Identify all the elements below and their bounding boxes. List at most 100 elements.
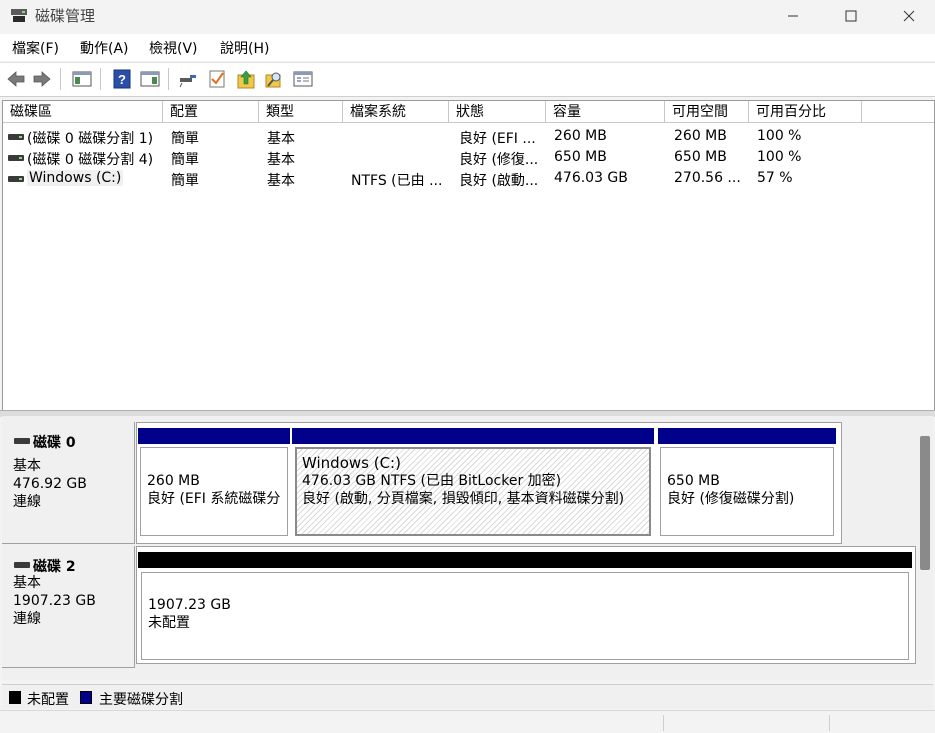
close-button[interactable] — [880, 0, 935, 32]
show-hide-console-tree-icon[interactable] — [72, 69, 92, 89]
toolbar: ? — [0, 62, 935, 97]
column-header-type[interactable]: 類型 — [259, 101, 343, 123]
partition-status: 良好 (啟動, 分頁檔案, 損毀傾印, 基本資料磁碟分割) — [302, 491, 625, 507]
legend-label-unallocated: 未配置 — [27, 692, 69, 708]
check-icon[interactable] — [207, 69, 227, 89]
partition-size: 260 MB — [147, 473, 200, 489]
up-arrow-icon[interactable] — [236, 69, 256, 89]
menu-view[interactable]: 檢視(V) — [149, 38, 198, 58]
action-pane-icon[interactable] — [140, 69, 160, 89]
legend-label-primary: 主要磁碟分割 — [99, 692, 183, 708]
disk-state: 連線 — [13, 611, 41, 627]
disk-size: 1907.23 GB — [13, 593, 96, 609]
partition-size: 650 MB — [667, 473, 720, 489]
scrollbar-thumb[interactable] — [920, 436, 930, 570]
menu-help[interactable]: 說明(H) — [220, 38, 269, 58]
column-header-status[interactable]: 狀態 — [449, 101, 546, 123]
status-divider — [663, 715, 664, 731]
volume-name: Windows (C:) — [27, 170, 124, 186]
volume-type: 基本 — [267, 131, 295, 147]
volume-percent-free: 57 % — [757, 170, 793, 186]
disk-map: 磁碟 0 基本 476.92 GB 連線 260 MB 良好 (EFI 系統磁碟… — [2, 416, 933, 680]
help-icon[interactable]: ? — [112, 69, 132, 89]
volume-free-space: 650 MB — [674, 149, 727, 165]
search-icon[interactable] — [264, 69, 284, 89]
disk-icon — [14, 438, 30, 444]
partition-title: Windows (C:) — [302, 454, 401, 472]
table-row[interactable]: (磁碟 0 磁碟分割 4) 簡單 基本 良好 (修復... 650 MB 650… — [3, 147, 934, 168]
volume-layout: 簡單 — [171, 173, 199, 189]
disk-name: 磁碟 2 — [33, 559, 76, 575]
volume-capacity: 476.03 GB — [554, 170, 628, 186]
disk-title: 磁碟 0 — [14, 432, 76, 452]
status-bar — [0, 710, 935, 733]
volume-status: 良好 (修復... — [459, 152, 539, 168]
volume-name: (磁碟 0 磁碟分割 1) — [27, 131, 154, 147]
column-header-file-system[interactable]: 檔案系統 — [343, 101, 449, 123]
volume-type: 基本 — [267, 152, 295, 168]
column-header-free-space[interactable]: 可用空間 — [665, 101, 749, 123]
legend-swatch-unallocated — [9, 691, 21, 704]
partition-bar — [292, 428, 654, 444]
disk-state: 連線 — [13, 494, 41, 510]
maximize-button[interactable] — [822, 0, 880, 32]
volume-layout: 簡單 — [171, 131, 199, 147]
disk-kind: 基本 — [13, 458, 41, 474]
volume-list[interactable]: 磁碟區 配置 類型 檔案系統 狀態 容量 可用空間 可用百分比 (磁碟 0 磁碟… — [2, 100, 935, 411]
volume-free-space: 260 MB — [674, 128, 727, 144]
window-title: 磁碟管理 — [35, 7, 96, 25]
partition-windows-c[interactable]: Windows (C:) 476.03 GB NTFS (已由 BitLocke… — [292, 428, 654, 540]
partition-bar — [138, 552, 912, 568]
status-divider — [829, 715, 830, 731]
maximize-icon — [845, 10, 857, 22]
partition-unallocated[interactable]: 1907.23 GB 未配置 — [138, 552, 912, 662]
disk-title: 磁碟 2 — [14, 556, 76, 576]
minimize-button[interactable] — [764, 0, 822, 32]
volume-percent-free: 100 % — [757, 149, 802, 165]
column-header-percent-free[interactable]: 可用百分比 — [749, 101, 862, 123]
table-row[interactable]: Windows (C:) 簡單 基本 NTFS (已由 ... 良好 (啟動..… — [3, 168, 934, 189]
volume-capacity: 650 MB — [554, 149, 607, 165]
disk-management-app-icon — [11, 9, 27, 22]
disk-icon — [14, 562, 30, 568]
close-icon — [903, 10, 915, 22]
volume-icon — [8, 176, 24, 182]
volume-icon — [8, 134, 24, 140]
partition-size: 1907.23 GB — [148, 597, 231, 613]
column-header-volume[interactable]: 磁碟區 — [3, 101, 163, 123]
column-header-layout[interactable]: 配置 — [163, 101, 259, 123]
volume-percent-free: 100 % — [757, 128, 802, 144]
volume-file-system: NTFS (已由 ... — [351, 173, 443, 189]
column-header-filler — [862, 101, 934, 123]
minimize-icon — [788, 15, 798, 17]
properties-icon[interactable] — [293, 69, 313, 89]
column-header-capacity[interactable]: 容量 — [546, 101, 665, 123]
connect-icon[interactable] — [178, 69, 198, 89]
table-row[interactable]: (磁碟 0 磁碟分割 1) 簡單 基本 良好 (EFI ... 260 MB 2… — [3, 126, 934, 147]
partition-size: 476.03 GB NTFS (已由 BitLocker 加密) — [302, 473, 562, 489]
partition-recovery[interactable]: 650 MB 良好 (修復磁碟分割) — [658, 428, 836, 540]
disk-2-label[interactable]: 磁碟 2 基本 1907.23 GB 連線 — [2, 546, 135, 668]
volume-status: 良好 (啟動... — [459, 173, 539, 189]
back-arrow-icon[interactable] — [6, 69, 26, 89]
partition-bar — [138, 428, 290, 444]
disk-0-label[interactable]: 磁碟 0 基本 476.92 GB 連線 — [2, 422, 135, 544]
menu-file[interactable]: 檔案(F) — [12, 38, 59, 58]
volume-name: (磁碟 0 磁碟分割 4) — [27, 152, 154, 168]
partition-efi[interactable]: 260 MB 良好 (EFI 系統磁碟分 — [138, 428, 290, 540]
volume-free-space: 270.56 ... — [674, 170, 741, 186]
disk-kind: 基本 — [13, 575, 41, 591]
partition-body — [141, 572, 909, 660]
partition-status: 未配置 — [148, 615, 190, 631]
forward-arrow-icon[interactable] — [32, 69, 52, 89]
svg-text:?: ? — [118, 72, 126, 87]
volume-layout: 簡單 — [171, 152, 199, 168]
partition-status: 良好 (修復磁碟分割) — [667, 491, 795, 507]
partition-status: 良好 (EFI 系統磁碟分 — [147, 491, 281, 507]
menu-action[interactable]: 動作(A) — [80, 38, 129, 58]
menu-bar: 檔案(F) 動作(A) 檢視(V) 說明(H) — [0, 34, 935, 61]
partition-bar — [658, 428, 836, 444]
disk-size: 476.92 GB — [13, 476, 87, 492]
toolbar-separator — [100, 68, 101, 90]
title-bar: 磁碟管理 — [0, 0, 935, 32]
